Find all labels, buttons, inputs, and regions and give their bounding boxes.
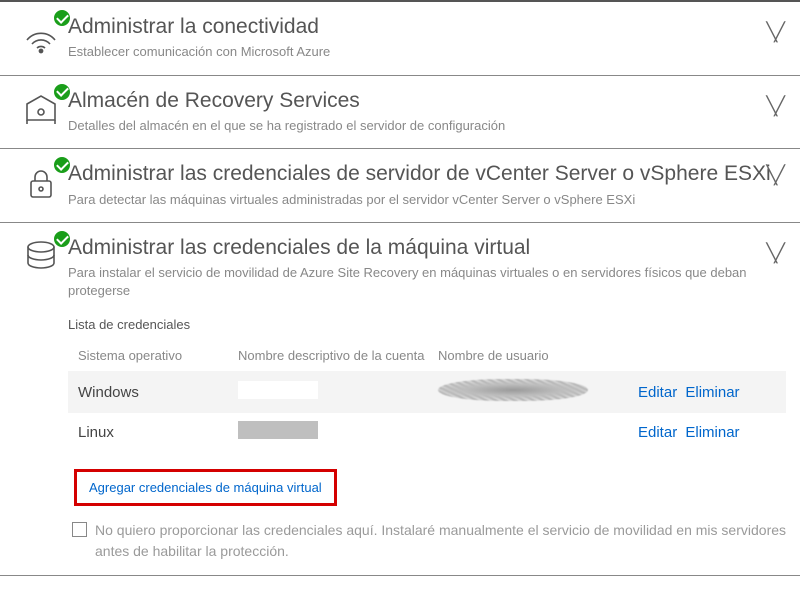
cred-os: Windows: [78, 384, 238, 401]
status-check-icon: [52, 82, 72, 102]
lock-icon-wrap: [14, 161, 68, 203]
credentials-row: Linux Editar Eliminar: [68, 413, 786, 451]
chevron-down-icon[interactable]: ╲╱: [766, 22, 782, 43]
credentials-detail: Lista de credenciales Sistema operativo …: [68, 317, 786, 561]
section-subtitle: Para detectar las máquinas virtuales adm…: [68, 191, 786, 209]
credentials-table-header: Sistema operativo Nombre descriptivo de …: [68, 342, 786, 371]
opt-out-checkbox[interactable]: [72, 522, 87, 537]
col-friendly-header: Nombre descriptivo de la cuenta: [238, 348, 438, 363]
cred-friendly-redacted: [238, 381, 438, 403]
cred-os: Linux: [78, 424, 238, 441]
status-check-icon: [52, 8, 72, 28]
col-os-header: Sistema operativo: [78, 348, 238, 363]
vault-icon-wrap: [14, 88, 68, 130]
delete-link[interactable]: Eliminar: [685, 424, 739, 441]
section-title: Administrar la conectividad: [68, 14, 786, 39]
wifi-icon-wrap: [14, 14, 68, 56]
database-icon-wrap: [14, 235, 68, 277]
section-subtitle: Para instalar el servicio de movilidad d…: [68, 264, 786, 299]
col-user-header: Nombre de usuario: [438, 348, 638, 363]
credentials-list-heading: Lista de credenciales: [68, 317, 786, 332]
chevron-down-icon[interactable]: ╲╱: [766, 96, 782, 117]
section-title: Administrar las credenciales de servidor…: [68, 161, 786, 186]
credentials-row: Windows Editar Eliminar: [68, 371, 786, 413]
section-vault[interactable]: Almacén de Recovery Services Detalles de…: [0, 75, 800, 149]
add-vm-credentials-link[interactable]: Agregar credenciales de máquina virtual: [74, 469, 337, 506]
section-title: Almacén de Recovery Services: [68, 88, 786, 113]
edit-link[interactable]: Editar: [638, 424, 677, 441]
cred-user-redacted: [438, 379, 638, 405]
section-title: Administrar las credenciales de la máqui…: [68, 235, 786, 260]
chevron-down-icon[interactable]: ╲╱: [766, 243, 782, 264]
delete-link[interactable]: Eliminar: [685, 384, 739, 401]
section-connectivity[interactable]: Administrar la conectividad Establecer c…: [0, 0, 800, 75]
chevron-down-icon[interactable]: ╲╱: [766, 165, 782, 186]
edit-link[interactable]: Editar: [638, 384, 677, 401]
opt-out-row: No quiero proporcionar las credenciales …: [68, 520, 786, 561]
section-subtitle: Detalles del almacén en el que se ha reg…: [68, 117, 786, 135]
opt-out-text: No quiero proporcionar las credenciales …: [95, 520, 786, 561]
section-subtitle: Establecer comunicación con Microsoft Az…: [68, 43, 786, 61]
section-vcenter-credentials[interactable]: Administrar las credenciales de servidor…: [0, 148, 800, 222]
cred-friendly-redacted: [238, 421, 438, 443]
section-vm-credentials: Administrar las credenciales de la máqui…: [0, 222, 800, 576]
